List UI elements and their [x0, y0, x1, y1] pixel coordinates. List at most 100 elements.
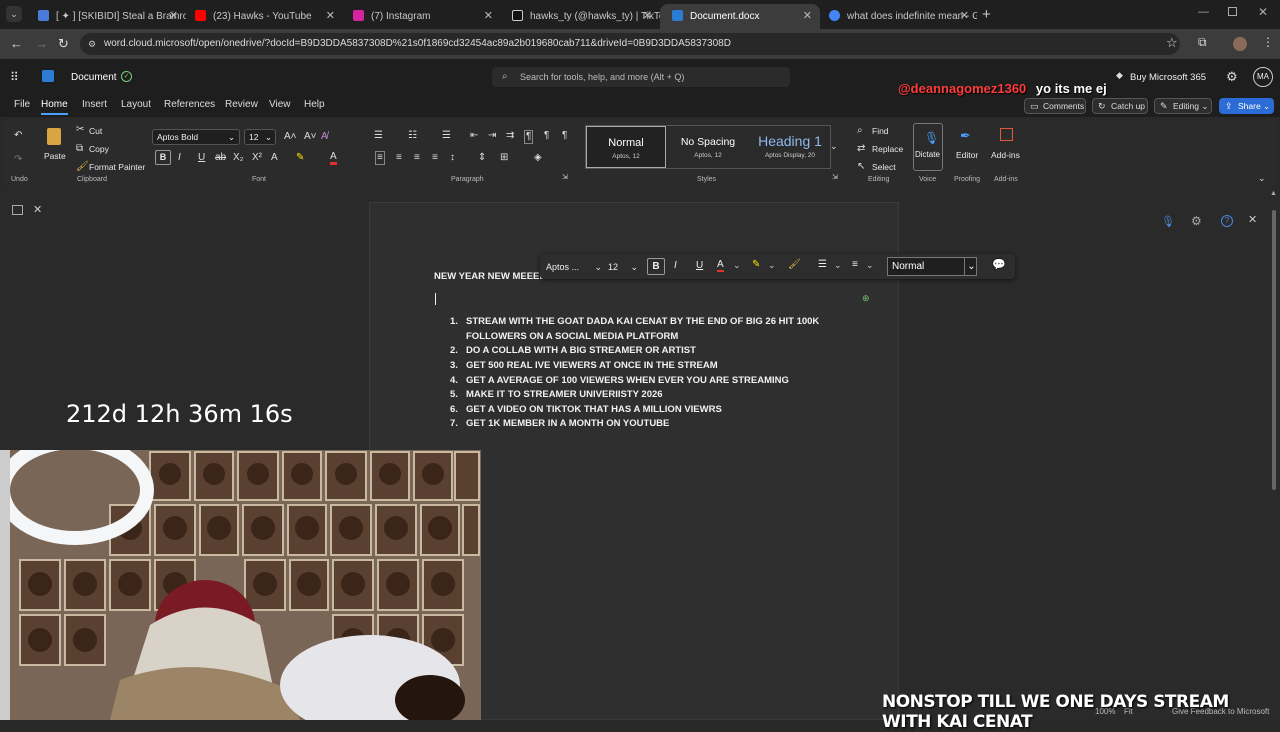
browser-menu-icon[interactable]: ⋮: [1262, 35, 1274, 49]
browser-tab-0[interactable]: [ ✦ ] [SKIBIDI] Steal a Brainrot - ✕: [26, 4, 186, 29]
clear-formatting-icon[interactable]: A̸: [321, 132, 328, 142]
comment-add-icon[interactable]: ⊕: [862, 293, 870, 304]
font-name-select[interactable]: Aptos Bold ⌄: [152, 129, 240, 145]
subscript-icon[interactable]: X₂: [233, 153, 244, 163]
editor-button[interactable]: Editor: [956, 150, 978, 160]
justify-icon[interactable]: ≡: [432, 153, 438, 163]
list-item[interactable]: 4. GET A AVERAGE OF 100 VIEWERS WHEN EVER…: [450, 375, 789, 386]
back-icon[interactable]: ←: [10, 36, 23, 51]
comments-button[interactable]: ▭ Comments: [1024, 98, 1086, 114]
show-marks-icon[interactable]: ¶: [524, 130, 534, 144]
font-size-select[interactable]: 12 ⌄: [244, 129, 276, 145]
format-painter-button[interactable]: Format Painter: [89, 162, 145, 172]
app-launcher-icon[interactable]: ⠿: [10, 70, 19, 84]
bold-icon[interactable]: B: [155, 150, 171, 165]
tab-references[interactable]: References: [164, 99, 215, 110]
cut-button[interactable]: Cut: [89, 126, 102, 136]
strikethrough-icon[interactable]: ab: [215, 153, 226, 163]
document-title[interactable]: Document: [71, 72, 117, 83]
list-item[interactable]: 6. GET A VIDEO ON TIKTOK THAT HAS A MILLI…: [450, 404, 722, 415]
chevron-down-icon[interactable]: ⌄: [733, 260, 741, 271]
ltr-icon[interactable]: ⇉: [506, 131, 514, 141]
tab-review[interactable]: Review: [225, 99, 258, 110]
tab-file[interactable]: File: [14, 99, 30, 110]
navigation-pane-icon[interactable]: [12, 205, 23, 215]
styles-dialog-icon[interactable]: ⇲: [832, 173, 838, 183]
mini-align-icon[interactable]: ≡: [852, 259, 858, 270]
close-tab-icon[interactable]: ✕: [326, 9, 335, 22]
dictation-mic-icon[interactable]: 🎙: [1161, 215, 1175, 228]
close-tab-icon[interactable]: ✕: [960, 9, 969, 22]
replace-button[interactable]: Replace: [872, 144, 903, 154]
increase-indent-icon[interactable]: ⇥: [488, 131, 496, 141]
buy-microsoft-365-link[interactable]: Buy Microsoft 365: [1130, 72, 1206, 83]
close-tab-icon[interactable]: ✕: [169, 9, 178, 22]
chevron-down-icon[interactable]: ⌄: [834, 260, 842, 271]
align-right-icon[interactable]: ≡: [414, 153, 420, 163]
copy-button[interactable]: Copy: [89, 144, 109, 154]
mini-underline-icon[interactable]: U: [696, 260, 703, 271]
redo-icon[interactable]: ↷: [14, 155, 22, 165]
profile-avatar[interactable]: [1233, 37, 1247, 51]
tab-view[interactable]: View: [269, 99, 291, 110]
document-heading[interactable]: NEW YEAR NEW MEEEEE!: [434, 271, 555, 282]
reload-icon[interactable]: ↻: [58, 36, 69, 52]
tab-search-icon[interactable]: ⌄: [6, 6, 22, 22]
close-tab-icon[interactable]: ✕: [484, 9, 493, 22]
align-left-icon[interactable]: ≡: [375, 151, 385, 165]
ribbon-collapse-icon[interactable]: ⌄: [1258, 173, 1266, 183]
style-normal[interactable]: Normal Aptos, 12: [586, 126, 666, 168]
find-button[interactable]: Find: [872, 126, 889, 136]
dictation-settings-icon[interactable]: ⚙: [1191, 214, 1202, 228]
paste-icon[interactable]: [47, 128, 61, 145]
paragraph-dialog-icon[interactable]: ⇲: [562, 173, 568, 183]
font-color-icon[interactable]: A: [330, 152, 337, 165]
styles-expand-icon[interactable]: ⌄: [830, 141, 838, 151]
close-dictation-icon[interactable]: ✕: [1248, 213, 1257, 226]
grow-font-icon[interactable]: A˄: [284, 132, 297, 142]
tab-insert[interactable]: Insert: [82, 99, 107, 110]
shrink-font-icon[interactable]: A˅: [304, 132, 317, 142]
undo-icon[interactable]: ↶: [14, 131, 22, 141]
highlight-icon[interactable]: ✎: [296, 153, 304, 163]
maximize-icon[interactable]: [1228, 7, 1237, 16]
browser-tab-1[interactable]: (23) Hawks - YouTube ✕: [183, 4, 343, 29]
close-tab-icon[interactable]: ✕: [803, 9, 812, 22]
paste-button[interactable]: Paste: [44, 151, 66, 161]
browser-tab-3[interactable]: hawks_ty (@hawks_ty) | TikTok ✕: [500, 4, 660, 29]
mini-bullets-icon[interactable]: ☰: [818, 259, 827, 270]
list-item[interactable]: 7. GET 1K MEMBER IN A MONTH ON YOUTUBE: [450, 418, 669, 429]
browser-tab-5[interactable]: what does indefinite mean - Go ✕: [817, 4, 977, 29]
chevron-down-icon[interactable]: ⌄: [768, 260, 776, 271]
dictate-button[interactable]: 🎙 Dictate: [913, 123, 943, 171]
mini-size-select[interactable]: 12 ⌄: [608, 259, 638, 275]
help-icon[interactable]: ?: [1221, 215, 1233, 227]
close-tab-icon[interactable]: ✕: [643, 9, 652, 22]
style-heading-1[interactable]: Heading 1 Aptos Display, 20: [749, 126, 831, 168]
mini-font-color-icon[interactable]: A: [717, 259, 724, 272]
settings-gear-icon[interactable]: ⚙: [1226, 69, 1238, 85]
tab-home[interactable]: Home: [41, 99, 68, 115]
underline-icon[interactable]: U: [198, 153, 205, 163]
bookmark-star-icon[interactable]: ☆: [1166, 35, 1178, 51]
mini-format-painter-icon[interactable]: 🖌: [788, 259, 801, 270]
extensions-icon[interactable]: ⧉: [1198, 35, 1207, 50]
tab-layout[interactable]: Layout: [121, 99, 151, 110]
tab-help[interactable]: Help: [304, 99, 325, 110]
mini-font-select[interactable]: Aptos ... ⌄: [546, 259, 602, 275]
vertical-scrollbar[interactable]: ▲: [1270, 190, 1278, 700]
rtl-icon[interactable]: ¶: [544, 131, 549, 141]
style-no-spacing[interactable]: No Spacing Aptos, 12: [668, 126, 748, 168]
mini-highlight-icon[interactable]: ✎: [752, 259, 760, 270]
list-item[interactable]: 2. DO A COLLAB WITH A BIG STREAMER OR ART…: [450, 345, 696, 356]
search-box[interactable]: ⌕ Search for tools, help, and more (Alt …: [492, 67, 790, 87]
borders-icon[interactable]: ⊞: [500, 153, 508, 163]
mini-style-select[interactable]: Normal ⌄: [887, 257, 977, 276]
italic-icon[interactable]: I: [178, 153, 181, 163]
scroll-thumb[interactable]: [1272, 210, 1276, 490]
mini-bold-icon[interactable]: B: [647, 258, 665, 275]
site-info-icon[interactable]: ⚙: [88, 33, 96, 55]
mini-italic-icon[interactable]: I: [674, 260, 677, 271]
mini-comment-icon[interactable]: 💬: [992, 258, 1006, 271]
share-button[interactable]: ⇪ Share ⌄: [1219, 98, 1274, 114]
